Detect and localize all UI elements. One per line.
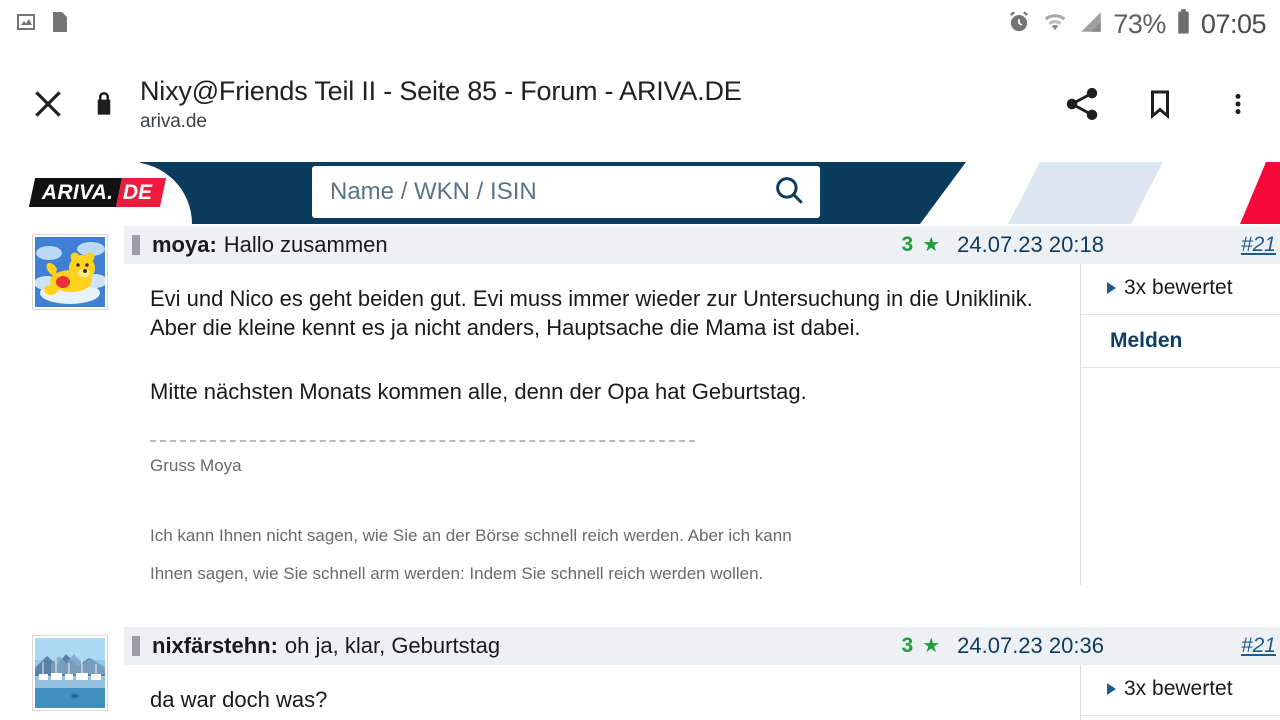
ariva-logo[interactable]: ARIVA. DE [28,178,166,207]
post-body: da war doch was? gut, dass Du mich erinn… [124,665,1081,720]
logo-text-red: DE [123,180,153,204]
battery-icon [1175,8,1192,41]
star-icon[interactable]: ★ [922,235,940,255]
chevron-right-icon [1107,282,1116,294]
post-signature: Gruss Moya [150,455,242,475]
bookmark-icon[interactable] [1138,80,1182,128]
post-main: moya: Hallo zusammen 3 ★ 24.07.23 20:18 … [124,226,1280,586]
close-button[interactable] [20,76,76,132]
rated-toggle[interactable]: 3x bewertet [1081,276,1280,315]
post-body-wrap: Evi und Nico es geht beiden gut. Evi mus… [124,264,1280,586]
post-body: Evi und Nico es geht beiden gut. Evi mus… [124,264,1081,586]
post-author[interactable]: nixfärstehn: [152,633,278,659]
post-date: 24.07.23 20:18 [957,232,1104,257]
avatar[interactable] [32,635,108,712]
rated-label: 3x bewertet [1124,276,1233,299]
rated-label: 3x bewertet [1124,677,1233,701]
screen: 73% 07:05 Nixy@Friends Teil II - Seite 8… [0,0,1280,720]
page-origin: ariva.de [140,110,207,132]
post-main: nixfärstehn: oh ja, klar, Geburtstag 3 ★… [124,627,1280,720]
post-meta: 3 ★ 24.07.23 20:36 #21 [902,633,1280,659]
post-paragraph: da war doch was? [150,687,328,713]
rating-count: 3 [901,634,914,658]
avatar[interactable] [32,234,108,310]
boersenspiel-link[interactable]: Jetzt am Börsenspiel teilnehmen! [1081,716,1280,720]
post-header: moya: Hallo zusammen 3 ★ 24.07.23 20:18 … [124,226,1280,264]
search-icon[interactable] [772,173,806,212]
post-paragraph: Mitte nächsten Monats kommen alle, denn … [150,378,807,404]
file-icon [50,10,70,39]
chevron-right-icon [1107,683,1116,696]
forum-thread: moya: Hallo zusammen 3 ★ 24.07.23 20:18 … [0,226,1280,720]
forum-post: moya: Hallo zusammen 3 ★ 24.07.23 20:18 … [0,226,1280,586]
signature-quote-line: Ihnen sagen, wie Sie schnell arm werden:… [150,563,764,583]
post-permalink[interactable]: #21 [1241,634,1276,658]
browser-toolbar: Nixy@Friends Teil II - Seite 85 - Forum … [0,48,1280,160]
image-icon [14,10,38,39]
rating-count: 3 [901,233,914,256]
status-right-icons: 73% 07:05 [1006,8,1267,41]
search-input[interactable] [330,178,772,206]
logo-text-dark: ARIVA. [42,180,114,204]
post-paragraph: Evi und Nico es geht beiden gut. Evi mus… [150,286,1033,311]
lock-icon [84,89,124,119]
rated-toggle[interactable]: 3x bewertet [1081,677,1280,717]
post-permalink[interactable]: #21 [1241,233,1276,257]
star-icon[interactable]: ★ [922,636,940,656]
post-sidebar: 3x bewertet Jetzt am Börsenspiel teilneh… [1081,665,1280,720]
post-subject: oh ja, klar, Geburtstag [284,633,501,659]
page-title: Nixy@Friends Teil II - Seite 85 - Forum … [140,76,742,107]
post-paragraph: Aber die kleine kennt es ja nicht anders… [150,315,861,341]
post-subject: Hallo zusammen [223,232,388,257]
post-date: 24.07.23 20:36 [957,633,1104,659]
post-body-wrap: da war doch was? gut, dass Du mich erinn… [124,665,1280,720]
battery-percent: 73% [1113,8,1166,39]
quote-bar-icon [132,235,140,255]
share-icon[interactable] [1060,80,1104,128]
status-left-icons [14,10,70,39]
signature-quote-line: Ich kann Ihnen nicht sagen, wie Sie an d… [150,525,792,545]
signature-separator [150,439,695,442]
quote-bar-icon [132,636,140,657]
post-sidebar: 3x bewertet Melden [1081,264,1280,585]
toolbar-actions [1060,80,1260,128]
signal-icon [1078,9,1104,40]
android-status-bar: 73% 07:05 [0,0,1280,48]
address-info[interactable]: Nixy@Friends Teil II - Seite 85 - Forum … [140,75,1040,133]
forum-post: nixfärstehn: oh ja, klar, Geburtstag 3 ★… [0,627,1280,720]
report-link[interactable]: Melden [1081,315,1280,369]
post-meta: 3 ★ 24.07.23 20:18 #21 [902,232,1280,258]
post-header: nixfärstehn: oh ja, klar, Geburtstag 3 ★… [124,627,1280,666]
search-box[interactable] [312,166,820,218]
clock-time: 07:05 [1200,8,1267,39]
alarm-icon [1006,9,1032,40]
overflow-menu-icon[interactable] [1216,80,1260,128]
post-author[interactable]: moya: [152,232,217,258]
wifi-icon [1041,9,1069,40]
